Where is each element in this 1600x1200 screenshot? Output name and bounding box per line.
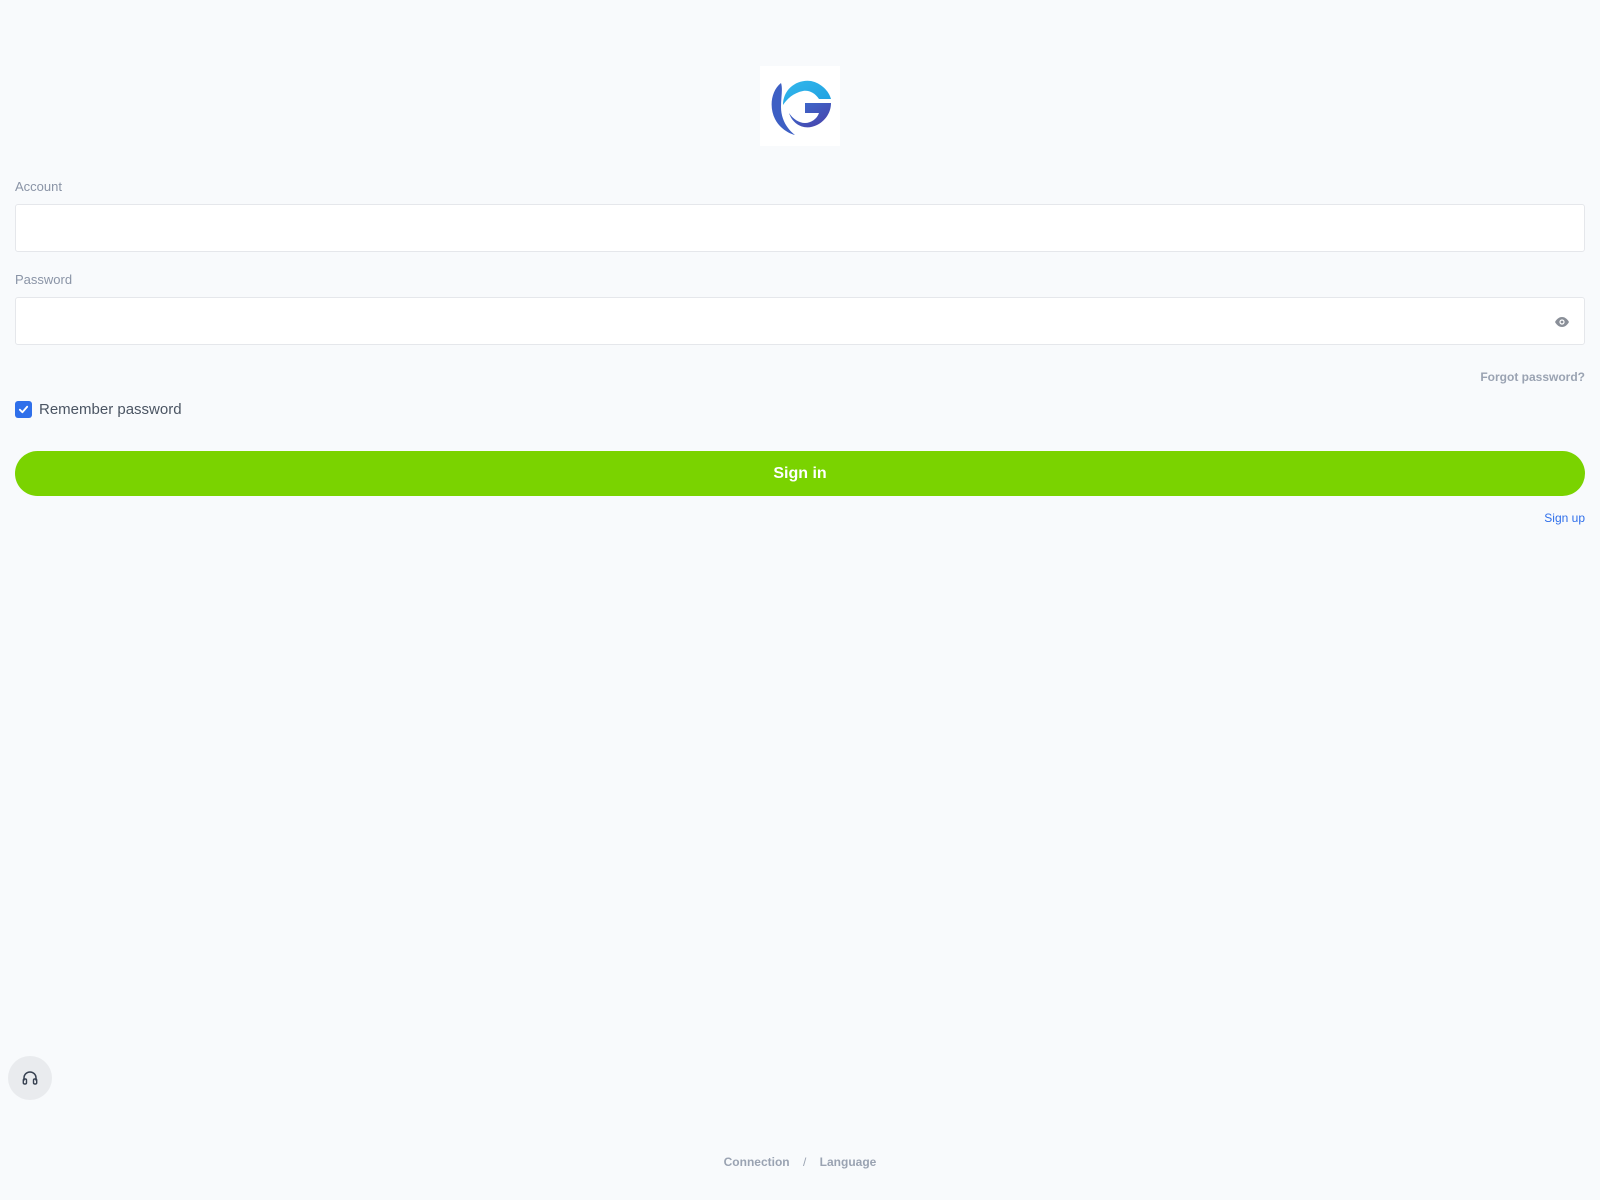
forgot-password-link[interactable]: Forgot password? [1480, 370, 1585, 384]
language-link[interactable]: Language [820, 1155, 877, 1169]
headphones-icon [22, 1071, 38, 1085]
forgot-row: Forgot password? [15, 345, 1585, 399]
sign-in-button[interactable]: Sign in [15, 451, 1585, 496]
remember-checkbox[interactable] [15, 400, 32, 418]
sign-up-row: Sign up [15, 496, 1585, 526]
account-field-wrapper [15, 204, 1585, 252]
password-input[interactable] [16, 298, 1584, 344]
login-page: Account Password Forgot password? Rememb… [0, 0, 1600, 1200]
remember-password-toggle[interactable]: Remember password [15, 399, 1585, 419]
brand-logo [760, 66, 840, 146]
footer: Connection / Language [0, 1155, 1600, 1169]
account-input[interactable] [16, 205, 1584, 251]
brand-g-logo-icon [771, 80, 831, 135]
check-icon [18, 405, 29, 413]
eye-icon[interactable] [1554, 314, 1570, 330]
connection-link[interactable]: Connection [724, 1155, 790, 1169]
sign-up-link[interactable]: Sign up [1544, 511, 1585, 525]
password-label: Password [15, 272, 73, 287]
support-button[interactable] [8, 1056, 52, 1100]
remember-password-label: Remember password [39, 400, 182, 418]
password-field-wrapper [15, 297, 1585, 345]
account-label: Account [15, 179, 62, 194]
login-form: Account Password Forgot password? Rememb… [15, 178, 1585, 526]
footer-separator: / [802, 1155, 807, 1169]
